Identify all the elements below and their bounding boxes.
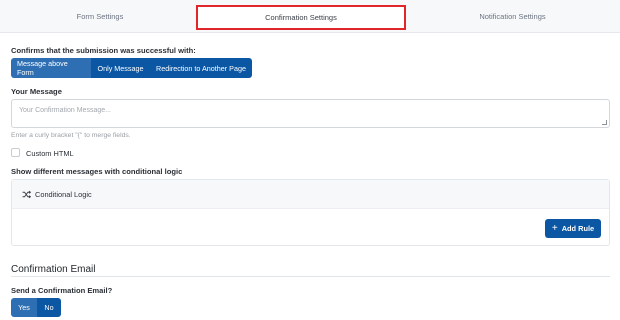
no-button[interactable]: No [37, 298, 61, 317]
conditional-logic-heading: Show different messages with conditional… [11, 167, 183, 176]
option-only-message[interactable]: Only Message [91, 58, 150, 78]
settings-tabs: Form Settings Confirmation Settings Noti… [0, 0, 620, 33]
confirm-type-selector: Message above Form Only Message Redirect… [11, 58, 252, 78]
yes-button[interactable]: Yes [11, 298, 37, 317]
option-message-above-form[interactable]: Message above Form [11, 58, 91, 78]
resize-handle-icon[interactable] [602, 120, 607, 125]
confirmation-email-title: Confirmation Email [11, 264, 96, 275]
section-divider [11, 276, 610, 277]
conditional-logic-label: Conditional Logic [35, 190, 92, 199]
send-email-label: Send a Confirmation Email? [11, 286, 113, 295]
tab-notification-settings[interactable]: Notification Settings [410, 0, 615, 33]
confirmation-message-input[interactable]: Your Confirmation Message... [11, 99, 610, 128]
message-placeholder: Your Confirmation Message... [19, 107, 111, 114]
custom-html-label[interactable]: Custom HTML [26, 149, 74, 158]
your-message-label: Your Message [11, 87, 62, 96]
plus-icon: + [551, 222, 558, 234]
custom-html-checkbox[interactable] [11, 148, 20, 157]
shuffle-icon [22, 190, 31, 199]
conditional-logic-row[interactable]: Conditional Logic [12, 180, 609, 209]
tab-form-settings[interactable]: Form Settings [0, 0, 200, 33]
add-rule-button[interactable]: + Add Rule [545, 219, 601, 238]
add-rule-label: Add Rule [561, 224, 595, 233]
tab-confirmation-settings[interactable]: Confirmation Settings [196, 5, 406, 30]
send-email-toggle: Yes No [11, 298, 61, 317]
merge-fields-hint: Enter a curly bracket "{" to merge field… [11, 132, 131, 139]
conditional-logic-panel: Conditional Logic + Add Rule [11, 179, 610, 246]
option-redirection[interactable]: Redirection to Another Page [150, 58, 252, 78]
confirm-type-label: Confirms that the submission was success… [11, 46, 196, 55]
